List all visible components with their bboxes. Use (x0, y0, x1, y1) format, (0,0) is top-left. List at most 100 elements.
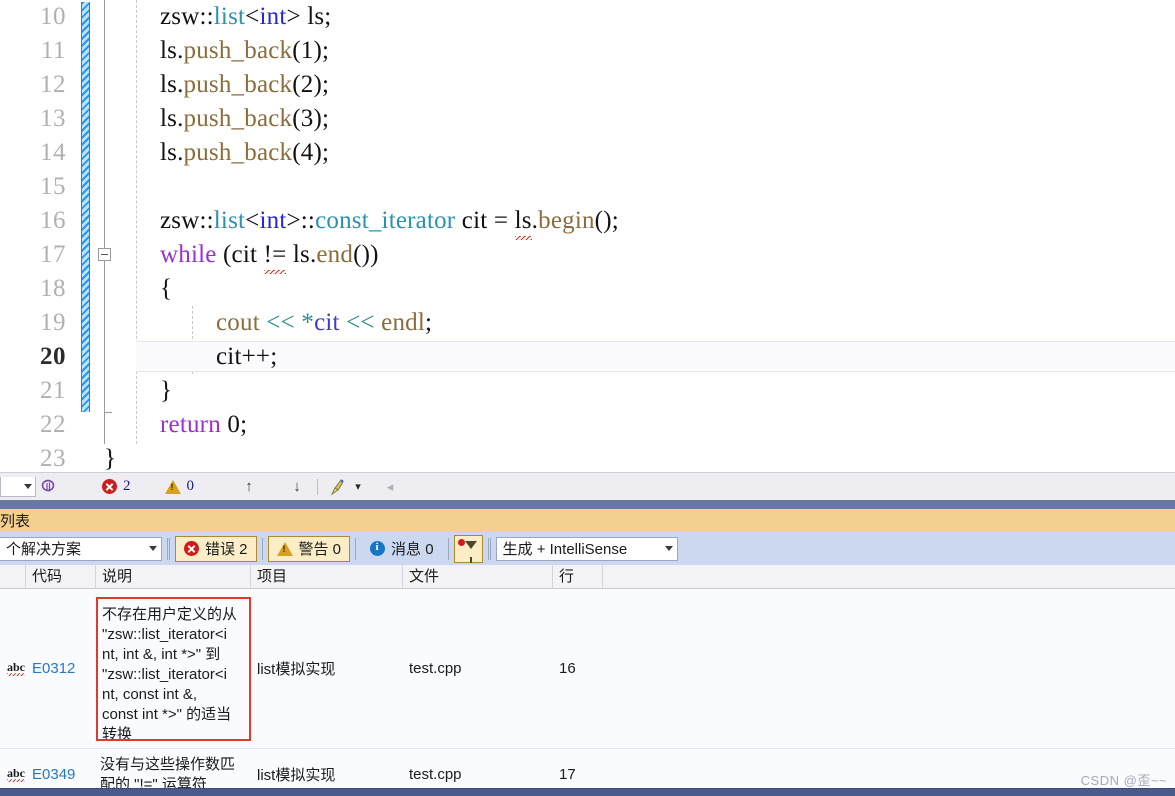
messages-filter-toggle[interactable]: 消息 0 (361, 536, 443, 562)
line-number: 18 (40, 275, 66, 302)
token-angle-open: < (245, 207, 260, 234)
errors-filter-toggle[interactable]: 错误 2 (175, 535, 257, 562)
build-source-dropdown[interactable]: 生成 + IntelliSense (495, 536, 678, 561)
token-var-ls: ls (160, 71, 178, 98)
token-fn-push-back: push_back (183, 37, 293, 64)
token-io-cout: cout (216, 309, 260, 336)
column-header-code[interactable]: 代码 (26, 565, 96, 589)
member-dropdown-stub[interactable] (0, 476, 36, 497)
row-code[interactable]: E0312 (26, 589, 96, 748)
code-line-23[interactable]: 23 } (0, 442, 1175, 472)
token-assign: = (487, 207, 515, 234)
error-navigation-toolbar[interactable]: 2 0 ↑ ↓ ▾ ◂ (0, 472, 1175, 500)
intellisense-brain-icon[interactable] (36, 475, 62, 499)
warnings-filter-toggle[interactable]: 警告 0 (267, 535, 351, 562)
row-project: list模拟实现 (257, 661, 336, 678)
token-scope: :: (199, 207, 214, 234)
token-var-ls: ls (160, 105, 178, 132)
token-var-ls: ls (292, 241, 310, 268)
token-op-neq: != (263, 238, 287, 274)
error-icon (102, 479, 117, 494)
warning-count-group[interactable]: 0 (164, 478, 194, 495)
code-line-11[interactable]: 11 ls.push_back(1); (0, 34, 1175, 68)
code-line-14[interactable]: 14 ls.push_back(4); (0, 136, 1175, 170)
clean-dropdown-caret[interactable]: ▾ (351, 475, 365, 499)
error-list-grid[interactable]: 代码 说明 项目 文件 行 abc E0312 不存在用户定义的从 "zsw::… (0, 565, 1175, 788)
code-line-15[interactable]: 15 (0, 170, 1175, 204)
toolbar-separator (489, 537, 491, 560)
row-icon-cell: abc (0, 749, 26, 788)
row-line: 16 (559, 660, 576, 677)
token-fn-push-back: push_back (183, 105, 293, 132)
row-code[interactable]: E0349 (26, 749, 96, 788)
column-header-line[interactable]: 行 (553, 565, 603, 589)
error-list-filter-toolbar[interactable]: 个解决方案 错误 2 警告 0 消息 0 生成 + IntelliSense (0, 532, 1175, 565)
row-description[interactable]: 没有与这些操作数匹 配的 "!=" 运算符 (96, 749, 251, 789)
line-content: ls.push_back(2); (160, 68, 329, 102)
error-count-group[interactable]: 2 (102, 478, 131, 495)
line-content: { (160, 275, 173, 302)
prev-error-button[interactable]: ↑ (236, 475, 262, 499)
code-line-19[interactable]: 19 cout << *cit << endl; (0, 306, 1175, 340)
toolbar-separator (169, 537, 170, 560)
info-icon (370, 541, 386, 556)
line-content: return 0; (160, 408, 247, 442)
warning-icon (164, 479, 181, 494)
token-fn-end: end (316, 241, 354, 268)
column-header-icon[interactable] (0, 565, 26, 589)
token-paren-open: ( (292, 105, 301, 132)
table-row[interactable]: abc E0312 不存在用户定义的从 "zsw::list_iterator<… (0, 589, 1175, 749)
row-description[interactable]: 不存在用户定义的从 "zsw::list_iterator<i nt, int … (96, 596, 251, 741)
line-number: 11 (40, 37, 66, 64)
build-source-value: 生成 + IntelliSense (502, 541, 628, 558)
token-paren-open: ( (216, 241, 232, 268)
line-number: 17 (40, 241, 66, 268)
horizontal-scrollbar[interactable] (0, 788, 1175, 796)
code-line-10[interactable]: 10 zsw::list<int> ls; (0, 0, 1175, 34)
code-line-20[interactable]: 20 cit++; (0, 340, 1175, 374)
token-fn-begin: begin (538, 207, 595, 234)
column-header-file[interactable]: 文件 (403, 565, 553, 589)
row-line: 17 (559, 766, 576, 783)
code-line-18[interactable]: 18 { (0, 272, 1175, 306)
row-project: list模拟实现 (257, 767, 336, 784)
funnel-icon (464, 540, 477, 563)
line-number: 14 (40, 139, 66, 166)
token-type-list: list (213, 207, 246, 234)
error-count: 2 (123, 478, 131, 494)
token-num: 2 (300, 71, 314, 98)
line-number: 21 (40, 377, 66, 404)
token-num: 3 (300, 105, 314, 132)
table-row[interactable]: abc E0349 没有与这些操作数匹 配的 "!=" 运算符 list模拟实现… (0, 749, 1175, 788)
column-header-description[interactable]: 说明 (96, 565, 251, 589)
code-line-17[interactable]: 17 while (cit != ls.end()) (0, 238, 1175, 274)
token-op-inc: ++ (241, 343, 271, 370)
toolbar-separator (355, 537, 357, 560)
code-editor[interactable]: 10 zsw::list<int> ls; 11 ls.push_back(1)… (0, 0, 1175, 472)
code-lines: 10 zsw::list<int> ls; 11 ls.push_back(1)… (0, 0, 1175, 472)
line-number: 16 (40, 207, 66, 234)
token-semicolon: ; (324, 3, 332, 30)
line-number: 13 (40, 105, 66, 132)
line-content: ls.push_back(1); (160, 34, 329, 68)
line-content: while (cit != ls.end()) (160, 238, 379, 274)
code-line-21[interactable]: 21 } (0, 374, 1175, 408)
chevron-down-icon (149, 546, 157, 551)
code-line-16[interactable]: 16 zsw::list<int>::const_iterator cit = … (0, 204, 1175, 240)
code-line-22[interactable]: 22 return 0; (0, 408, 1175, 442)
token-type-const-iterator: const_iterator (315, 207, 456, 234)
token-paren-open: ( (292, 71, 301, 98)
filter-funnel-button[interactable] (453, 534, 483, 563)
next-error-button[interactable]: ↓ (284, 475, 310, 499)
clean-broom-icon[interactable] (325, 475, 351, 499)
panel-splitter[interactable] (0, 500, 1175, 509)
token-paren-close: ); (313, 71, 330, 98)
scope-dropdown[interactable]: 个解决方案 (0, 536, 162, 561)
column-header-project[interactable]: 项目 (251, 565, 403, 589)
overflow-left-chevron[interactable]: ◂ (377, 475, 403, 499)
code-line-13[interactable]: 13 ls.push_back(3); (0, 102, 1175, 136)
token-semicolon: ; (270, 343, 278, 370)
toolbar-separator (487, 537, 489, 560)
token-angle-close: > (286, 207, 301, 234)
code-line-12[interactable]: 12 ls.push_back(2); (0, 68, 1175, 102)
